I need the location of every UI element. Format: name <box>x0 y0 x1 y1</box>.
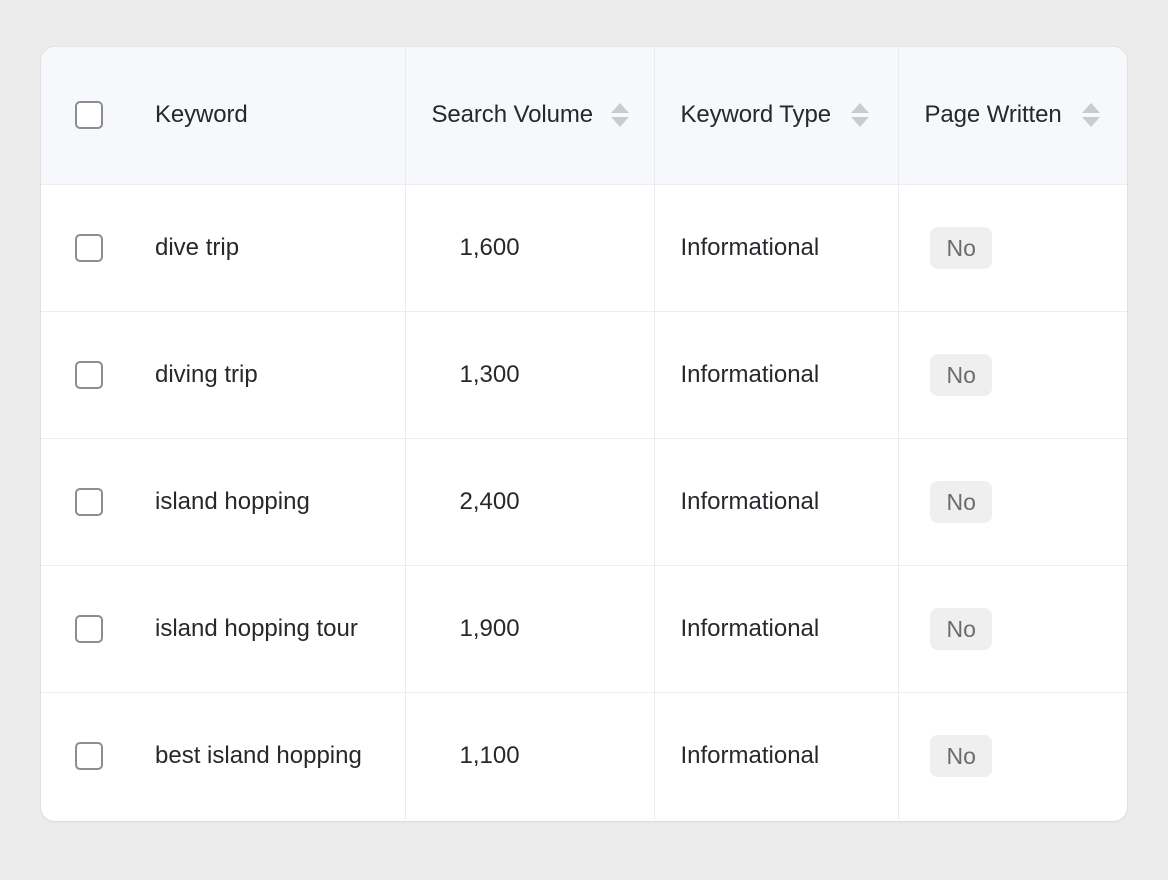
page-written-cell: No <box>898 438 1127 566</box>
page-written-cell: No <box>898 184 1127 312</box>
keyword-type-column-header[interactable]: Keyword Type <box>654 47 899 185</box>
keyword-column-header: Keyword <box>41 47 406 185</box>
keyword-type-cell: Informational <box>654 311 899 439</box>
keyword-cell: island hopping <box>41 438 406 566</box>
keyword-type-cell: Informational <box>654 438 899 566</box>
keyword-header-label: Keyword <box>155 101 248 129</box>
keyword-type-cell: Informational <box>654 184 899 312</box>
select-all-checkbox[interactable] <box>75 101 103 130</box>
row-checkbox[interactable] <box>75 741 103 770</box>
table-row: island hopping tour 1,900 Informational … <box>41 565 1127 693</box>
search-volume-column-header[interactable]: Search Volume <box>405 47 655 185</box>
keyword-cell: best island hopping <box>41 692 406 819</box>
row-checkbox[interactable] <box>75 487 103 516</box>
keyword-type-header-label: Keyword Type <box>680 101 832 129</box>
row-checkbox[interactable] <box>75 614 103 643</box>
keyword-text: best island hopping <box>155 741 362 769</box>
keyword-cell: dive trip <box>41 184 406 312</box>
page-written-badge: No <box>929 480 992 523</box>
page-written-badge: No <box>929 353 992 396</box>
page-written-badge: No <box>929 607 992 650</box>
page-written-cell: No <box>898 565 1127 693</box>
table-row: island hopping 2,400 Informational No <box>41 438 1127 566</box>
page-written-cell: No <box>898 692 1127 819</box>
sort-icon[interactable] <box>850 103 869 128</box>
page-written-cell: No <box>898 311 1127 439</box>
table-row: best island hopping 1,100 Informational … <box>41 692 1127 819</box>
page-written-header-label: Page Written <box>924 101 1062 129</box>
keyword-text: island hopping <box>155 487 310 515</box>
keyword-cell: island hopping tour <box>41 565 406 693</box>
keyword-type-cell: Informational <box>654 565 899 693</box>
keyword-text: island hopping tour <box>155 614 358 642</box>
row-checkbox[interactable] <box>75 360 103 389</box>
table-row: diving trip 1,300 Informational No <box>41 311 1127 439</box>
search-volume-cell: 1,600 <box>405 184 655 312</box>
keyword-cell: diving trip <box>41 311 406 439</box>
search-volume-cell: 1,300 <box>405 311 655 439</box>
search-volume-header-label: Search Volume <box>431 101 594 129</box>
keyword-table-card: Keyword Search Volume Keyword Type Page … <box>41 47 1127 821</box>
keyword-text: dive trip <box>155 233 240 261</box>
search-volume-cell: 2,400 <box>405 438 655 566</box>
search-volume-cell: 1,900 <box>405 565 655 693</box>
table-header-row: Keyword Search Volume Keyword Type Page … <box>41 47 1127 185</box>
keyword-table: Keyword Search Volume Keyword Type Page … <box>41 47 1127 819</box>
page-written-badge: No <box>929 734 992 777</box>
search-volume-cell: 1,100 <box>405 692 655 819</box>
page-written-badge: No <box>929 226 992 269</box>
sort-icon[interactable] <box>610 103 629 128</box>
keyword-text: diving trip <box>155 360 258 388</box>
page-written-column-header[interactable]: Page Written <box>898 47 1127 185</box>
sort-icon[interactable] <box>1081 103 1100 128</box>
row-checkbox[interactable] <box>75 233 103 262</box>
keyword-type-cell: Informational <box>654 692 899 819</box>
table-row: dive trip 1,600 Informational No <box>41 184 1127 312</box>
